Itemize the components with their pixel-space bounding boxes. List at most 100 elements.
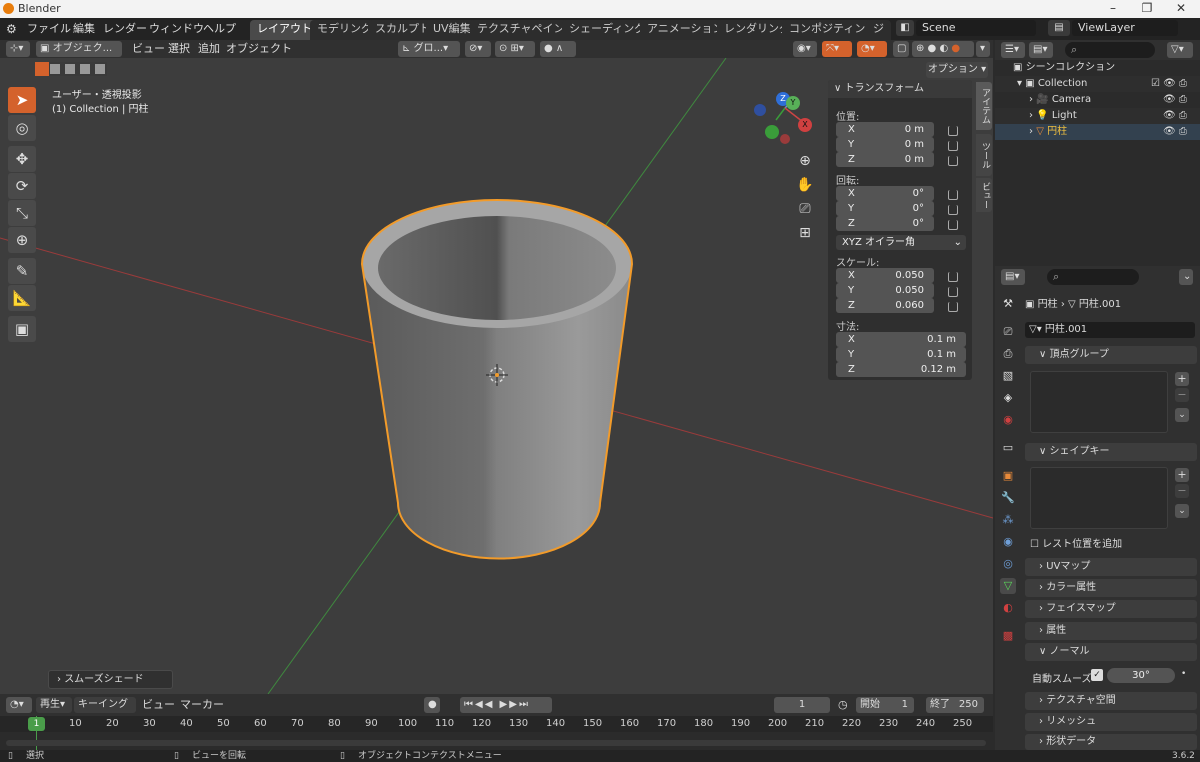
rotation-mode-select[interactable]: XYZ オイラー角 ⌄ [836, 235, 966, 250]
timeline-menu-marker[interactable]: マーカー [180, 697, 224, 713]
outliner-search-input[interactable]: ⌕ [1065, 42, 1155, 58]
blender-menu-icon[interactable]: ⚙ [6, 22, 17, 36]
keyframe-dot-icon[interactable]: • [1181, 669, 1186, 679]
shape-data-panel-header[interactable]: › 形状データ [1025, 734, 1197, 750]
hand-icon[interactable]: ✋ [794, 174, 816, 196]
rotate-tool-icon[interactable]: ⟳ [8, 173, 36, 199]
output-tab-icon[interactable]: ⎙ [1000, 346, 1016, 362]
scale-tool-icon[interactable]: ⤡ [8, 200, 36, 226]
playhead[interactable]: 1 [28, 717, 45, 731]
viewport-menu-add[interactable]: 追加 [198, 41, 220, 57]
mode-selector[interactable]: ▣ オブジェク... ▾ [36, 41, 122, 70]
uv-maps-panel-header[interactable]: › UVマップ [1025, 558, 1197, 576]
object-tab-icon[interactable]: ▣ [1000, 468, 1016, 484]
location-y-field[interactable]: Y 0 m [836, 137, 934, 152]
shading-options-icon[interactable]: ▾ [976, 41, 990, 57]
3d-viewport[interactable]: Z Y X ⊕ ✋ ⎚ ⊞ ユーザー・透視投影 (1) Collection |… [0, 58, 993, 694]
gizmo-neg-x[interactable] [754, 104, 766, 116]
clock-icon[interactable]: ◷ [838, 698, 848, 711]
rotation-z-field[interactable]: Z 0° [836, 216, 934, 231]
gizmo-icon[interactable]: ⤧▾ [822, 41, 852, 57]
select-tool-icon[interactable]: ➤ [8, 87, 36, 113]
camera-icon[interactable]: ⎚ [794, 198, 816, 220]
location-z-field[interactable]: Z 0 m [836, 152, 934, 167]
transform-orientation[interactable]: ⊾ グロ...▾ [398, 41, 460, 57]
auto-smooth-angle-field[interactable]: 30° [1107, 668, 1175, 683]
remove-vertex-group-icon[interactable]: − [1175, 388, 1189, 402]
normals-panel-header[interactable]: ∨ ノーマル [1025, 643, 1197, 661]
data-tab-icon[interactable]: ▽ [1000, 578, 1016, 594]
properties-options-icon[interactable]: ⌄ [1179, 269, 1193, 285]
shading-modes[interactable]: ⊕ ● ◐ ● [912, 41, 974, 57]
add-cube-tool-icon[interactable]: ▣ [8, 316, 36, 342]
view-layer-icon[interactable]: ▤ [1048, 20, 1070, 36]
filter-icon[interactable]: ▽▾ [1167, 42, 1193, 58]
proportional-edit-icon[interactable]: ● ∧ [540, 41, 576, 57]
gizmo-x[interactable]: X [798, 118, 812, 132]
annotate-tool-icon[interactable]: ✎ [8, 258, 36, 284]
record-icon[interactable]: ● [424, 697, 440, 713]
start-frame-field[interactable]: 開始 1 [856, 697, 914, 713]
menu-edit[interactable]: 編集 [68, 21, 100, 37]
scale-x-field[interactable]: X 0.050 [836, 268, 934, 283]
lock-icon[interactable] [948, 302, 958, 312]
timeline-scrollbar[interactable] [6, 740, 986, 746]
constraints-tab-icon[interactable]: ◎ [1000, 556, 1016, 572]
remove-shape-key-icon[interactable]: − [1175, 484, 1189, 498]
scale-y-field[interactable]: Y 0.050 [836, 283, 934, 298]
snap-icon[interactable]: ⊙ ⊞▾ [495, 41, 535, 57]
outliner-item-light[interactable]: › 💡 Light 👁 ⎙ [995, 108, 1200, 124]
lock-icon[interactable] [948, 141, 958, 151]
minimize-button[interactable]: – [1096, 0, 1130, 18]
modifier-tab-icon[interactable]: 🔧 [1000, 490, 1016, 506]
vertex-group-menu-icon[interactable]: ⌄ [1175, 408, 1189, 422]
viewport-menu-view[interactable]: ビュー [132, 41, 165, 57]
color-attributes-panel-header[interactable]: › カラー属性 [1025, 579, 1197, 597]
particles-tab-icon[interactable]: ⁂ [1000, 512, 1016, 528]
options-button[interactable]: オプション ▾ [926, 62, 988, 78]
world-tab-icon[interactable]: ◉ [1000, 412, 1016, 428]
dimensions-x-field[interactable]: X 0.1 m [836, 332, 966, 347]
texture-tab-icon[interactable]: ▩ [1000, 628, 1016, 644]
material-tab-icon[interactable]: ◐ [1000, 600, 1016, 616]
attributes-panel-header[interactable]: › 属性 [1025, 622, 1197, 640]
viewport-menu-select[interactable]: 選択 [168, 41, 190, 57]
close-button[interactable]: ✕ [1164, 0, 1198, 18]
lock-icon[interactable] [948, 190, 958, 200]
location-x-field[interactable]: X 0 m [836, 122, 934, 137]
relative-checkbox-row[interactable]: ☐ レスト位置を追加 [1030, 535, 1122, 550]
timeline-menu-view[interactable]: ビュー [142, 697, 175, 713]
scene-tab-icon[interactable]: ◈ [1000, 390, 1016, 406]
rotation-x-field[interactable]: X 0° [836, 186, 934, 201]
scale-z-field[interactable]: Z 0.060 [836, 298, 934, 313]
display-mode-icon[interactable]: ▤▾ [1029, 42, 1053, 58]
keying-menu[interactable]: キーイング▾ [74, 697, 136, 726]
scene-collection-row[interactable]: ▣ シーンコレクション [995, 60, 1200, 76]
properties-search-input[interactable]: ⌕ [1047, 269, 1139, 285]
scene-selector[interactable]: Scene [916, 20, 1036, 36]
lock-icon[interactable] [948, 220, 958, 230]
view-layer-tab-icon[interactable]: ▧ [1000, 368, 1016, 384]
physics-tab-icon[interactable]: ◉ [1000, 534, 1016, 550]
texture-space-panel-header[interactable]: › テクスチャ空間 [1025, 692, 1197, 710]
view-layer-selector[interactable]: ViewLayer [1072, 20, 1178, 36]
menu-help[interactable]: ヘルプ [198, 21, 241, 37]
tool-tab-icon[interactable]: ⚒ [1000, 296, 1016, 312]
timeline-editor-icon[interactable]: ◔▾ [6, 697, 32, 713]
frame-ruler[interactable]: 10 20 30 40 50 60 70 80 90 100 110 120 130 140 150 160 1… [0, 716, 993, 732]
lock-icon[interactable] [948, 272, 958, 282]
select-extend-icon[interactable] [50, 64, 60, 74]
tab-more[interactable]: ジ [866, 20, 891, 40]
tab-layout[interactable]: レイアウト [250, 20, 319, 40]
lock-icon[interactable] [948, 126, 958, 136]
gizmo-neg-y[interactable] [765, 125, 779, 139]
outliner-item-cylinder[interactable]: › ▽ 円柱 👁 ⎙ [995, 124, 1200, 140]
select-invert-icon[interactable] [80, 64, 90, 74]
lock-icon[interactable] [948, 205, 958, 215]
outliner-item-camera[interactable]: › 🎥 Camera 👁 ⎙ [995, 92, 1200, 108]
rotation-y-field[interactable]: Y 0° [836, 201, 934, 216]
remesh-panel-header[interactable]: › リメッシュ [1025, 713, 1197, 731]
last-operator-panel[interactable]: › スムーズシェード [48, 670, 173, 689]
dimensions-z-field[interactable]: Z 0.12 m [836, 362, 966, 377]
lock-icon[interactable] [948, 287, 958, 297]
